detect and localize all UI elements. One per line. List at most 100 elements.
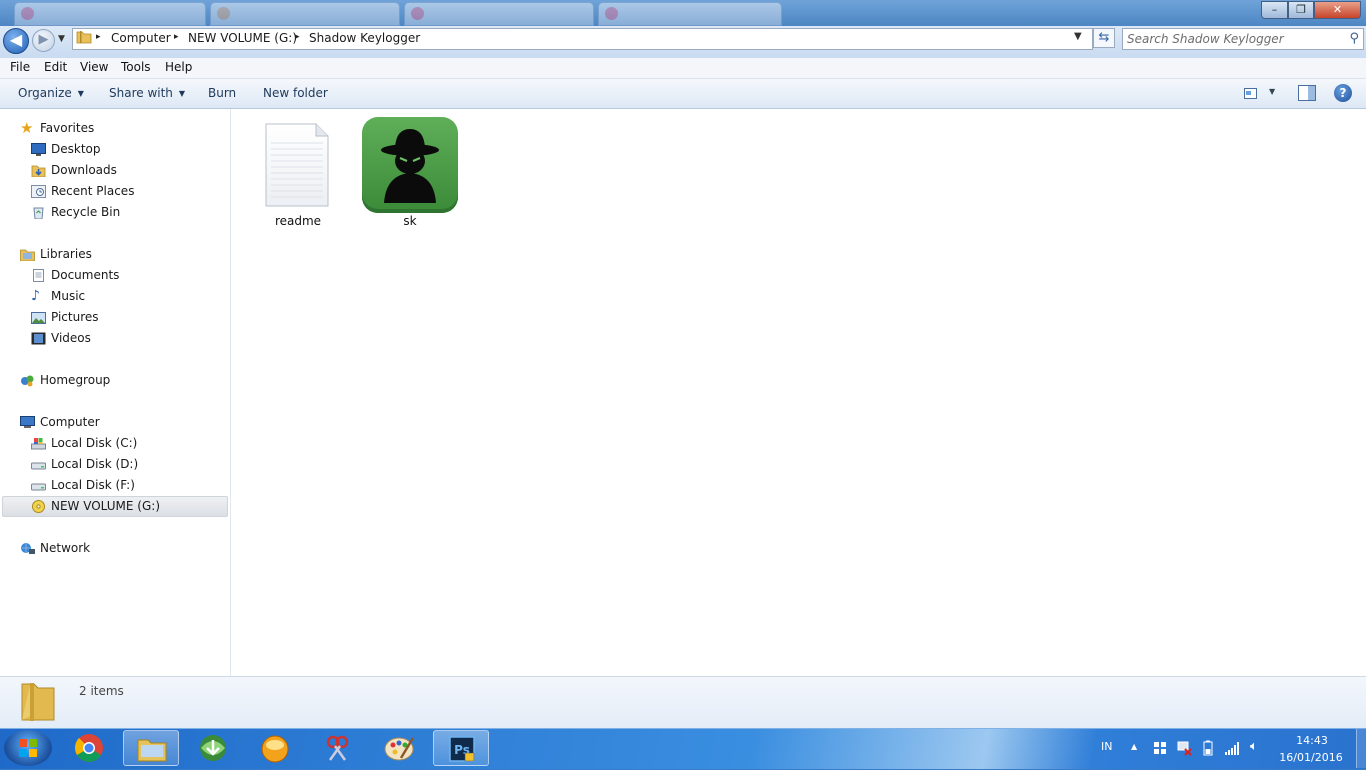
- taskbar-download-manager[interactable]: [185, 730, 241, 766]
- system-drive-icon: [31, 438, 46, 450]
- nav-videos-label: Videos: [51, 331, 91, 345]
- menu-file[interactable]: File: [10, 60, 30, 74]
- items-count: 2 items: [79, 684, 124, 698]
- menu-view[interactable]: View: [80, 60, 108, 74]
- chrome-icon: [75, 734, 103, 762]
- folder-icon: [76, 31, 92, 44]
- explorer-icon: [137, 739, 167, 762]
- menu-help[interactable]: Help: [165, 60, 192, 74]
- nav-downloads-label: Downloads: [51, 163, 117, 177]
- nav-music-label: Music: [51, 289, 86, 303]
- breadcrumb-separator[interactable]: ▸: [295, 32, 300, 42]
- refresh-button[interactable]: ⇆: [1093, 28, 1115, 48]
- taskbar-media-player[interactable]: [247, 730, 303, 766]
- action-center-flag-icon[interactable]: [1153, 741, 1167, 755]
- search-input[interactable]: [1127, 31, 1337, 46]
- homegroup-icon: [21, 375, 34, 387]
- clock-time[interactable]: 14:43: [1290, 734, 1334, 747]
- back-button[interactable]: ◀: [3, 28, 29, 54]
- media-player-icon: [261, 735, 289, 763]
- show-desktop-button[interactable]: [1356, 729, 1366, 768]
- nav-libraries-label: Libraries: [40, 247, 92, 261]
- breadcrumb-computer[interactable]: Computer: [111, 31, 171, 45]
- breadcrumb-separator[interactable]: ▸: [96, 32, 101, 42]
- drive-icon: [31, 483, 46, 491]
- photoshop-icon: Ps: [449, 736, 475, 762]
- folder-icon: [21, 683, 55, 721]
- nav-local-disk-f-label: Local Disk (F:): [51, 478, 135, 492]
- taskbar-snipping-tool[interactable]: [309, 730, 365, 766]
- spy-app-icon[interactable]: [362, 117, 458, 213]
- search-icon[interactable]: ⚲: [1349, 31, 1359, 46]
- snipping-tool-icon: [326, 735, 349, 761]
- search-box: ⚲: [1122, 28, 1364, 50]
- address-history-dropdown[interactable]: ▼: [1074, 31, 1082, 42]
- battery-icon[interactable]: [1203, 740, 1213, 756]
- nav-recent-places-label: Recent Places: [51, 184, 135, 198]
- nav-network-label: Network: [40, 541, 91, 555]
- breadcrumb-separator[interactable]: ▸: [174, 32, 179, 42]
- help-button[interactable]: ?: [1334, 84, 1352, 102]
- paint-icon: [384, 737, 415, 761]
- browser-tab-background: [404, 2, 594, 26]
- recent-pages-dropdown[interactable]: ▼: [58, 34, 68, 44]
- new-folder-button[interactable]: New folder: [263, 86, 328, 100]
- taskbar-explorer[interactable]: [123, 730, 179, 766]
- nav-pictures-label: Pictures: [51, 310, 99, 324]
- desktop-icon: [31, 143, 46, 156]
- close-button[interactable]: ✕: [1314, 1, 1361, 19]
- browser-tab-background: [210, 2, 400, 26]
- chevron-down-icon: ▼: [178, 89, 186, 98]
- volume-icon[interactable]: 🔈︎: [1250, 739, 1258, 754]
- nav-documents-label: Documents: [51, 268, 120, 282]
- videos-icon: [31, 332, 46, 345]
- file-label-sk[interactable]: sk: [370, 214, 450, 228]
- download-manager-icon: [200, 735, 226, 761]
- breadcrumb-new-volume[interactable]: NEW VOLUME (G:): [188, 31, 297, 45]
- start-button[interactable]: [4, 730, 52, 766]
- maximize-button[interactable]: ❐: [1288, 1, 1314, 19]
- file-label-readme[interactable]: readme: [258, 214, 338, 228]
- drive-icon: [31, 462, 46, 470]
- network-disconnected-icon[interactable]: [1177, 741, 1193, 756]
- recycle-bin-icon: [33, 207, 44, 219]
- command-bar: [0, 79, 1366, 109]
- taskbar-paint[interactable]: [371, 730, 427, 766]
- computer-icon: [20, 416, 35, 428]
- spy-silhouette-icon: [381, 129, 439, 203]
- forward-button[interactable]: ▶: [32, 29, 55, 52]
- windows-logo-icon: [19, 739, 37, 757]
- music-icon: ♪: [31, 288, 40, 304]
- text-file-icon[interactable]: [265, 123, 329, 207]
- star-icon: ★: [20, 119, 34, 137]
- optical-drive-icon: [32, 500, 45, 513]
- browser-tab-background: [598, 2, 782, 26]
- documents-icon: [33, 269, 44, 282]
- signal-strength-icon[interactable]: [1224, 742, 1240, 755]
- language-indicator[interactable]: IN: [1101, 740, 1112, 753]
- menu-edit[interactable]: Edit: [44, 60, 67, 74]
- change-view-button[interactable]: ▼: [1244, 86, 1278, 102]
- nav-desktop-label: Desktop: [51, 142, 101, 156]
- taskbar-chrome[interactable]: [61, 730, 117, 766]
- taskbar-photoshop[interactable]: Ps: [433, 730, 489, 766]
- menu-tools[interactable]: Tools: [121, 60, 151, 74]
- nav-favorites-label: Favorites: [40, 121, 95, 135]
- view-icon: [1244, 88, 1257, 99]
- recent-places-icon: [31, 185, 46, 198]
- clock-date[interactable]: 16/01/2016: [1278, 751, 1344, 764]
- chevron-down-icon: ▼: [1269, 87, 1276, 96]
- preview-pane-button[interactable]: [1298, 85, 1316, 101]
- menu-bar: [0, 58, 1366, 79]
- nav-local-disk-d-label: Local Disk (D:): [51, 457, 139, 471]
- libraries-icon: [20, 249, 35, 261]
- nav-computer-label: Computer: [40, 415, 100, 429]
- burn-button[interactable]: Burn: [208, 86, 236, 100]
- minimize-button[interactable]: –: [1261, 1, 1288, 19]
- show-hidden-icons-button[interactable]: ▲: [1131, 742, 1137, 751]
- share-with-button[interactable]: Share with ▼: [109, 86, 185, 100]
- breadcrumb-shadow-keylogger[interactable]: Shadow Keylogger: [309, 31, 420, 45]
- organize-button[interactable]: Organize ▼: [18, 86, 84, 100]
- details-pane: [0, 676, 1366, 729]
- chevron-down-icon: ▼: [77, 89, 84, 98]
